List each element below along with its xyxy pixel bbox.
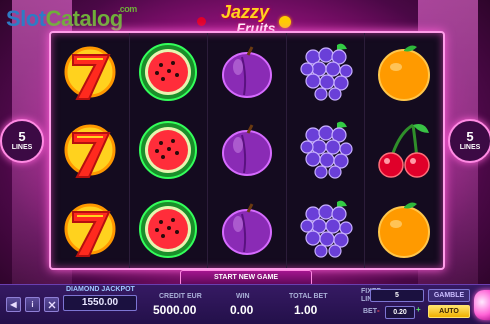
watermark-part1: Slot [6,6,46,31]
reel-1 [51,33,130,268]
symbol-orange [365,33,443,111]
bet-decrease-button[interactable]: - [377,306,380,315]
reel-area [49,31,445,270]
symbol-watermelon [130,33,208,111]
credit-value: 5000.00 [153,303,197,317]
lines-label: LINES [459,144,481,151]
symbol-watermelon [130,111,208,189]
watermark-part2: Catalog [45,6,124,31]
symbol-grapes [287,33,365,111]
watermelon-icon [139,199,198,258]
plum-icon [221,124,272,177]
symbol-cherries [365,111,443,189]
lemon-icon [279,16,291,28]
symbol-seven [51,111,129,189]
lines-count: 5 [466,129,474,144]
sound-button[interactable]: ◀ [6,297,21,312]
win-value: 0.00 [230,303,254,317]
jackpot-value: 1550.00 [63,295,137,311]
plum-icon [221,203,272,255]
jackpot-label: DIAMOND JACKPOT [66,286,135,293]
symbol-plum [208,111,286,189]
bet-label: BET [363,308,377,315]
watermark-suffix: .com [117,4,138,14]
reel-3 [208,33,287,268]
symbol-grapes [287,111,365,189]
watermark: SlotCatalog .com [6,4,137,32]
symbol-orange [365,190,443,268]
watermelon-icon [139,121,198,180]
orange-icon [378,202,431,258]
win-label: WIN [236,293,250,300]
reel-2 [130,33,209,268]
symbol-seven [51,190,129,268]
auto-button[interactable]: AUTO [428,305,470,318]
watermelon-icon [139,43,198,102]
cherry-icon [197,17,206,26]
bet-value: 0.20 [385,306,415,319]
lines-indicator-left: 5 LINES [0,119,44,163]
spin-button[interactable] [474,290,490,320]
symbol-seven [51,33,129,111]
logo-line1: Jazzy [220,2,270,22]
symbol-plum [208,190,286,268]
cherries-icon [378,124,430,179]
gamble-button[interactable]: GAMBLE [428,289,470,302]
bet-increase-button[interactable]: + [416,305,421,314]
fixed-lines-value: 5 [370,289,424,302]
symbol-grapes [287,190,365,268]
symbol-plum [208,33,286,111]
lines-indicator-right: 5 LINES [448,119,490,163]
total-bet-value: 1.00 [294,303,318,317]
symbol-watermelon [130,190,208,268]
seven-icon [64,46,116,101]
info-button[interactable]: i [25,297,40,312]
orange-icon [378,45,431,102]
credit-label: CREDIT EUR [159,293,202,300]
total-bet-label: TOTAL BET [289,293,328,300]
plum-icon [221,46,272,99]
settings-icon[interactable] [44,297,59,312]
lines-label: LINES [11,144,33,151]
grapes-icon [299,200,353,258]
reel-4 [287,33,366,268]
grapes-icon [299,122,353,180]
seven-icon [64,124,116,179]
reel-5 [365,33,443,268]
grapes-icon [299,43,353,101]
lines-count: 5 [18,129,26,144]
seven-icon [64,203,116,257]
